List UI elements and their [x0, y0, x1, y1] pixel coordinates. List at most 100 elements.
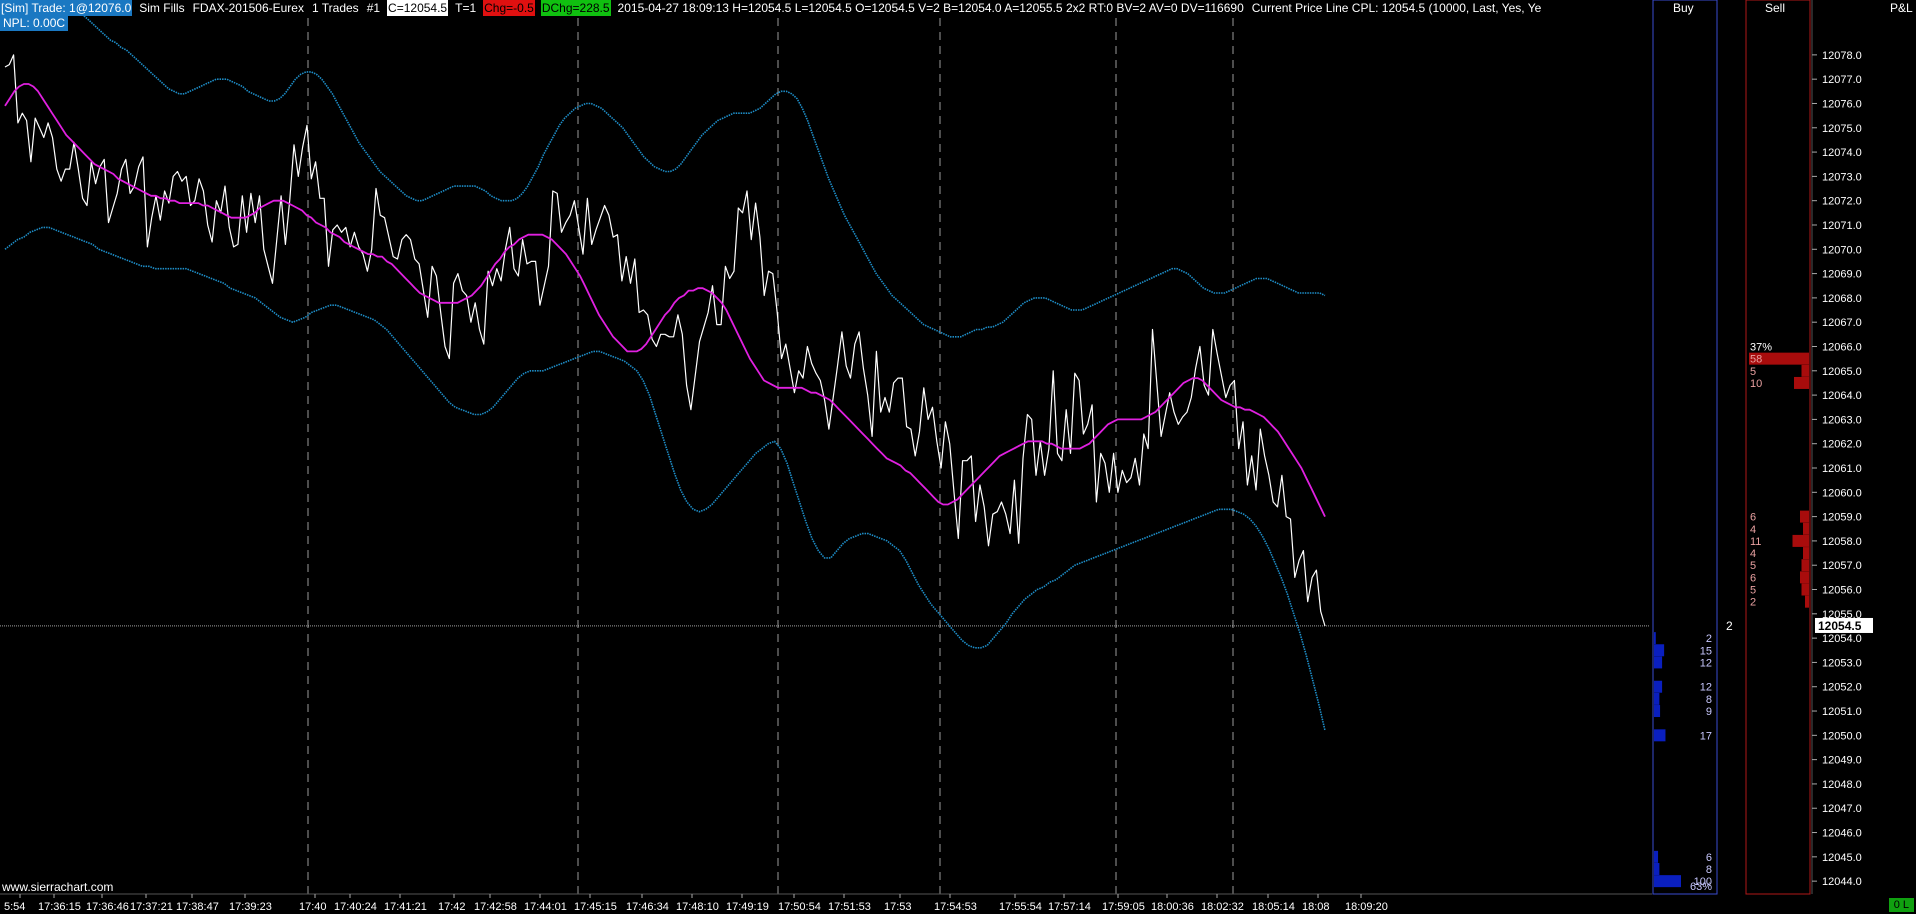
chart-index: #1 — [366, 1, 381, 15]
y-tick-label-0: 12078.0 — [1822, 50, 1862, 62]
x-tick-label-24: 18:02:32 — [1201, 901, 1244, 913]
y-tick-label-11: 12067.0 — [1822, 317, 1862, 329]
x-tick-label-14: 17:48:10 — [676, 901, 719, 913]
y-tick-label-19: 12059.0 — [1822, 512, 1862, 524]
chart-header: [Sim] Trade: 1@12076.0 Sim Fills FDAX-20… — [0, 0, 1542, 16]
y-tick-label-27: 12051.0 — [1822, 706, 1862, 718]
y-tick-label-21: 12057.0 — [1822, 560, 1862, 572]
x-tick-label-21: 17:57:14 — [1048, 901, 1091, 913]
x-tick-label-3: 17:37:21 — [130, 901, 173, 913]
sell-depth-bar-4 — [1800, 510, 1809, 523]
y-tick-label-3: 12075.0 — [1822, 123, 1862, 135]
buy-depth-bar-1 — [1654, 644, 1665, 657]
y-tick-label-34: 12044.0 — [1822, 876, 1862, 888]
y-tick-label-28: 12050.0 — [1822, 730, 1862, 742]
sell-depth-label-11: 2 — [1750, 597, 1756, 609]
y-tick-label-14: 12064.0 — [1822, 390, 1862, 402]
y-tick-label-1: 12077.0 — [1822, 74, 1862, 86]
buy-depth-label-5: 9 — [1706, 706, 1712, 718]
buy-depth-bar-9 — [1654, 875, 1681, 888]
x-tick-label-19: 17:54:53 — [934, 901, 977, 913]
sell-depth-bar-5 — [1803, 522, 1809, 535]
buy-depth-bar-0 — [1654, 632, 1656, 645]
net-profit-label: NPL: 0.00C — [0, 16, 69, 31]
y-tick-label-18: 12060.0 — [1822, 487, 1862, 499]
x-tick-label-4: 17:38:47 — [176, 901, 219, 913]
x-tick-label-10: 17:42:58 — [474, 901, 517, 913]
x-tick-label-2: 17:36:46 — [86, 901, 129, 913]
y-tick-label-9: 12069.0 — [1822, 269, 1862, 281]
pnl-column-header[interactable]: P&L — [1890, 0, 1913, 16]
position-quantity: 2 — [1726, 619, 1733, 633]
sell-depth-label-4: 6 — [1750, 512, 1756, 524]
symbol-label: FDAX-201506-Eurex — [192, 1, 304, 15]
price-chart[interactable]: 37%58510641145652215121289176810063% 120… — [0, 0, 1916, 914]
x-tick-label-13: 17:46:34 — [626, 901, 669, 913]
sierrachart-link[interactable]: www.sierrachart.com — [2, 880, 113, 894]
sell-depth-label-2: 5 — [1750, 366, 1756, 378]
y-tick-label-13: 12065.0 — [1822, 366, 1862, 378]
y-tick-label-26: 12052.0 — [1822, 682, 1862, 694]
fills-label: Sim Fills — [139, 1, 185, 15]
x-tick-label-18: 17:53 — [884, 901, 912, 913]
buy-depth-label-6: 17 — [1700, 730, 1712, 742]
y-tick-label-22: 12056.0 — [1822, 585, 1862, 597]
cpl-study-label: Current Price Line CPL: 12054.5 (10000, … — [1251, 1, 1542, 15]
y-tick-label-29: 12049.0 — [1822, 755, 1862, 767]
x-tick-label-15: 17:49:19 — [726, 901, 769, 913]
x-tick-label-0: 5:54 — [4, 901, 25, 913]
sell-column-header[interactable]: Sell — [1765, 0, 1785, 16]
sell-depth-bar-8 — [1801, 559, 1809, 572]
buy-depth-label-0: 2 — [1706, 633, 1712, 645]
current-price-value: 12054.5 — [1818, 619, 1862, 633]
buy-depth-label-7: 6 — [1706, 852, 1712, 864]
sell-depth-label-6: 11 — [1750, 536, 1761, 548]
sell-column — [1745, 0, 1811, 895]
buy-depth-label-1: 15 — [1700, 645, 1712, 657]
y-tick-label-10: 12068.0 — [1822, 293, 1862, 305]
sell-depth-label-5: 4 — [1750, 524, 1756, 536]
y-tick-label-17: 12061.0 — [1822, 463, 1862, 475]
y-tick-label-8: 12070.0 — [1822, 244, 1862, 256]
x-tick-label-11: 17:44:01 — [524, 901, 567, 913]
y-tick-label-5: 12073.0 — [1822, 171, 1862, 183]
trades-count: 1 Trades — [311, 1, 359, 15]
sell-depth-label-1: 58 — [1750, 354, 1762, 366]
y-tick-label-20: 12058.0 — [1822, 536, 1862, 548]
x-tick-label-16: 17:50:54 — [778, 901, 821, 913]
y-tick-label-31: 12047.0 — [1822, 803, 1862, 815]
sell-depth-label-9: 6 — [1750, 572, 1756, 584]
x-tick-label-27: 18:09:20 — [1345, 901, 1388, 913]
x-tick-label-12: 17:45:15 — [574, 901, 617, 913]
change-value: Chg=-0.5 — [483, 0, 535, 16]
sell-depth-label-3: 10 — [1750, 378, 1762, 390]
sell-depth-label-7: 4 — [1750, 548, 1756, 560]
sell-depth-label-0: 37% — [1750, 341, 1772, 353]
sell-depth-label-10: 5 — [1750, 585, 1756, 597]
y-tick-label-12: 12066.0 — [1822, 341, 1862, 353]
buy-column — [1652, 0, 1718, 895]
y-tick-label-25: 12053.0 — [1822, 657, 1862, 669]
trade-badge[interactable]: [Sim] Trade: 1@12076.0 — [0, 0, 133, 16]
x-tick-label-7: 17:40:24 — [334, 901, 377, 913]
buy-depth-label-4: 8 — [1706, 694, 1712, 706]
buy-depth-label-8: 8 — [1706, 864, 1712, 876]
sell-depth-bar-6 — [1792, 534, 1809, 547]
x-tick-label-9: 17:42 — [438, 901, 466, 913]
buy-column-header[interactable]: Buy — [1673, 0, 1694, 16]
buy-depth-label-3: 12 — [1700, 682, 1712, 694]
x-tick-label-20: 17:55:54 — [999, 901, 1042, 913]
y-tick-label-24: 12054.0 — [1822, 633, 1862, 645]
x-tick-label-1: 17:36:15 — [38, 901, 81, 913]
y-tick-label-30: 12048.0 — [1822, 779, 1862, 791]
sell-depth-bar-7 — [1803, 547, 1809, 560]
sell-depth-bar-2 — [1801, 364, 1809, 377]
x-tick-label-23: 18:00:36 — [1151, 901, 1194, 913]
x-tick-label-25: 18:05:14 — [1252, 901, 1295, 913]
sell-depth-bar-10 — [1801, 583, 1809, 596]
y-tick-label-32: 12046.0 — [1822, 828, 1862, 840]
y-tick-label-2: 12076.0 — [1822, 98, 1862, 110]
buy-depth-label-2: 12 — [1700, 657, 1712, 669]
buy-depth-bar-3 — [1654, 680, 1663, 693]
sell-depth-label-8: 5 — [1750, 560, 1756, 572]
